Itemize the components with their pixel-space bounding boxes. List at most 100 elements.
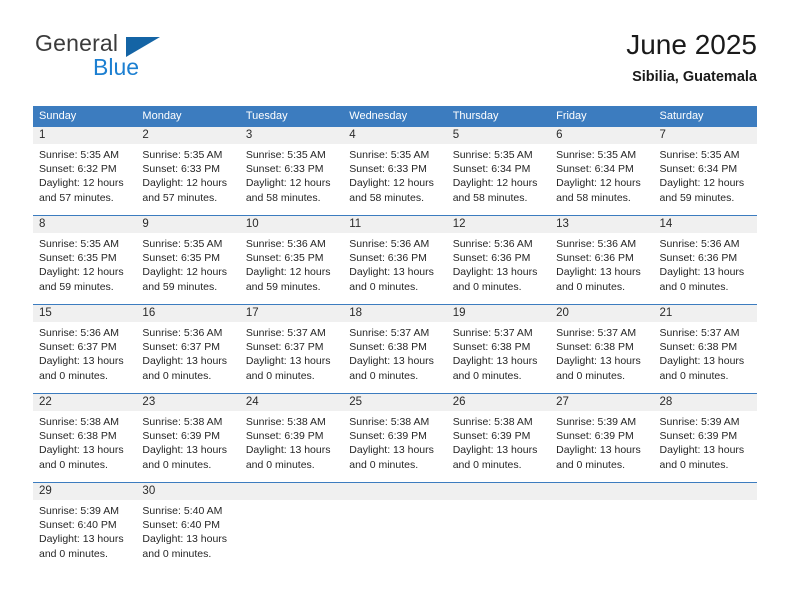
calendar-week-row: 29 Sunrise: 5:39 AM Sunset: 6:40 PM Dayligh… — [33, 482, 757, 571]
calendar-header-row: Sunday Monday Tuesday Wednesday Thursday… — [33, 106, 757, 127]
weekday-header-sunday: Sunday — [33, 106, 137, 127]
day-details: Sunrise: 5:35 AM Sunset: 6:34 PM Daylight:… — [550, 144, 653, 205]
daylight-text: Daylight: 12 hours and 57 minutes. — [142, 177, 228, 204]
day-details: Sunrise: 5:39 AM Sunset: 6:39 PM Daylight:… — [654, 411, 757, 472]
day-details: Sunrise: 5:35 AM Sunset: 6:33 PM Daylight:… — [240, 144, 343, 205]
day-number: 16 — [136, 305, 240, 322]
calendar-day-cell-empty — [239, 482, 344, 571]
sunrise-text: Sunrise: 5:35 AM — [349, 149, 430, 161]
calendar-day-cell-empty — [343, 482, 447, 571]
sunset-text: Sunset: 6:40 PM — [142, 519, 221, 532]
calendar-day-cell[interactable]: 5 Sunrise: 5:35 AM Sunset: 6:34 PM Daylight… — [446, 127, 551, 216]
day-number: 18 — [343, 305, 447, 322]
calendar-page: General Blue June 2025 Sibilia, Guatemal… — [0, 0, 792, 612]
calendar-day-cell[interactable]: 1 Sunrise: 5:35 AM Sunset: 6:32 PM Daylight… — [33, 127, 137, 216]
daylight-text: Daylight: 12 hours and 59 minutes. — [142, 266, 228, 293]
day-details: Sunrise: 5:36 AM Sunset: 6:37 PM Daylight:… — [136, 322, 239, 383]
sunset-text: Sunset: 6:38 PM — [349, 341, 427, 354]
sunrise-text: Sunrise: 5:36 AM — [245, 238, 326, 250]
logo-text-blue: Blue — [93, 54, 140, 80]
calendar-day-cell[interactable]: 25 Sunrise: 5:38 AM Sunset: 6:39 PM Dayligh… — [343, 393, 447, 483]
title-block: June 2025 Sibilia, Guatemala — [626, 28, 757, 86]
calendar-day-cell[interactable]: 15 Sunrise: 5:36 AM Sunset: 6:37 PM Dayligh… — [33, 304, 137, 394]
weekday-header-monday: Monday — [136, 106, 240, 127]
calendar-day-cell[interactable]: 30 Sunrise: 5:40 AM Sunset: 6:40 PM Dayligh… — [136, 482, 240, 571]
day-details: Sunrise: 5:35 AM Sunset: 6:35 PM Daylight:… — [33, 233, 136, 294]
calendar-day-cell[interactable]: 14 Sunrise: 5:36 AM Sunset: 6:36 PM Dayligh… — [653, 215, 757, 305]
day-number: 21 — [653, 305, 757, 322]
day-number: 11 — [343, 216, 447, 233]
calendar-day-cell[interactable]: 7 Sunrise: 5:35 AM Sunset: 6:34 PM Daylight… — [653, 127, 757, 216]
calendar-day-cell[interactable]: 16 Sunrise: 5:36 AM Sunset: 6:37 PM Dayligh… — [136, 304, 240, 394]
daylight-text: Daylight: 13 hours and 0 minutes. — [452, 355, 538, 382]
calendar-day-cell[interactable]: 8 Sunrise: 5:35 AM Sunset: 6:35 PM Daylight… — [33, 215, 137, 305]
day-details: Sunrise: 5:37 AM Sunset: 6:38 PM Daylight:… — [654, 322, 757, 383]
day-number: 24 — [239, 394, 344, 411]
daylight-text: Daylight: 13 hours and 0 minutes. — [349, 355, 434, 382]
sunset-text: Sunset: 6:40 PM — [39, 519, 117, 532]
calendar-day-cell[interactable]: 29 Sunrise: 5:39 AM Sunset: 6:40 PM Dayligh… — [33, 482, 137, 571]
sunrise-text: Sunrise: 5:36 AM — [39, 327, 119, 339]
daylight-text: Daylight: 12 hours and 59 minutes. — [659, 177, 745, 204]
day-number: 20 — [550, 305, 654, 322]
calendar-day-cell[interactable]: 22 Sunrise: 5:38 AM Sunset: 6:38 PM Dayligh… — [33, 393, 137, 483]
weekday-header-saturday: Saturday — [653, 106, 757, 127]
sunrise-text: Sunrise: 5:38 AM — [349, 416, 430, 428]
day-number: 30 — [136, 483, 240, 500]
sunset-text: Sunset: 6:37 PM — [245, 341, 324, 354]
sunset-text: Sunset: 6:37 PM — [142, 341, 221, 354]
calendar-day-cell[interactable]: 20 Sunrise: 5:37 AM Sunset: 6:38 PM Dayligh… — [550, 304, 654, 394]
calendar-day-cell[interactable]: 17 Sunrise: 5:37 AM Sunset: 6:37 PM Dayligh… — [239, 304, 344, 394]
day-number — [239, 483, 344, 500]
sunset-text: Sunset: 6:34 PM — [452, 163, 531, 176]
calendar-day-cell[interactable]: 24 Sunrise: 5:38 AM Sunset: 6:39 PM Dayligh… — [239, 393, 344, 483]
day-details: Sunrise: 5:39 AM Sunset: 6:39 PM Daylight:… — [550, 411, 653, 472]
calendar-day-cell[interactable]: 26 Sunrise: 5:38 AM Sunset: 6:39 PM Dayligh… — [446, 393, 551, 483]
daylight-text: Daylight: 13 hours and 0 minutes. — [349, 444, 434, 471]
daylight-text: Daylight: 13 hours and 0 minutes. — [245, 444, 331, 471]
day-details: Sunrise: 5:38 AM Sunset: 6:39 PM Daylight:… — [447, 411, 550, 472]
weekday-header-tuesday: Tuesday — [239, 106, 344, 127]
calendar-day-cell[interactable]: 3 Sunrise: 5:35 AM Sunset: 6:33 PM Daylight… — [239, 127, 344, 216]
sunrise-text: Sunrise: 5:36 AM — [142, 327, 223, 339]
day-number: 15 — [33, 305, 137, 322]
calendar-day-cell[interactable]: 19 Sunrise: 5:37 AM Sunset: 6:38 PM Dayligh… — [446, 304, 551, 394]
sunset-text: Sunset: 6:38 PM — [39, 430, 117, 443]
calendar-day-cell[interactable]: 10 Sunrise: 5:36 AM Sunset: 6:35 PM Dayligh… — [239, 215, 344, 305]
daylight-text: Daylight: 13 hours and 0 minutes. — [39, 444, 124, 471]
calendar-day-cell[interactable]: 9 Sunrise: 5:35 AM Sunset: 6:35 PM Daylight… — [136, 215, 240, 305]
calendar-week-row: 1 Sunrise: 5:35 AM Sunset: 6:32 PM Daylight… — [33, 127, 757, 216]
sunset-text: Sunset: 6:33 PM — [245, 163, 324, 176]
page-subtitle: Sibilia, Guatemala — [632, 69, 757, 85]
calendar-day-cell[interactable]: 18 Sunrise: 5:37 AM Sunset: 6:38 PM Dayligh… — [343, 304, 447, 394]
calendar-day-cell[interactable]: 12 Sunrise: 5:36 AM Sunset: 6:36 PM Dayligh… — [446, 215, 551, 305]
day-number: 28 — [653, 394, 757, 411]
day-number: 14 — [653, 216, 757, 233]
calendar-day-cell[interactable]: 27 Sunrise: 5:39 AM Sunset: 6:39 PM Dayligh… — [550, 393, 654, 483]
calendar-day-cell-empty — [653, 482, 757, 571]
calendar-day-cell[interactable]: 23 Sunrise: 5:38 AM Sunset: 6:39 PM Dayligh… — [136, 393, 240, 483]
sunrise-text: Sunrise: 5:36 AM — [349, 238, 430, 250]
calendar-day-cell[interactable]: 28 Sunrise: 5:39 AM Sunset: 6:39 PM Dayligh… — [653, 393, 757, 483]
day-number: 2 — [136, 127, 240, 144]
sunrise-text: Sunrise: 5:38 AM — [142, 416, 223, 428]
calendar-day-cell[interactable]: 13 Sunrise: 5:36 AM Sunset: 6:36 PM Dayligh… — [550, 215, 654, 305]
daylight-text: Daylight: 13 hours and 0 minutes. — [39, 355, 124, 382]
daylight-text: Daylight: 13 hours and 0 minutes. — [39, 533, 124, 560]
calendar-day-cell[interactable]: 11 Sunrise: 5:36 AM Sunset: 6:36 PM Dayligh… — [343, 215, 447, 305]
calendar-day-cell[interactable]: 2 Sunrise: 5:35 AM Sunset: 6:33 PM Daylight… — [136, 127, 240, 216]
calendar-week-row: 22 Sunrise: 5:38 AM Sunset: 6:38 PM Dayligh… — [33, 393, 757, 483]
calendar-day-cell[interactable]: 21 Sunrise: 5:37 AM Sunset: 6:38 PM Dayligh… — [653, 304, 757, 394]
daylight-text: Daylight: 12 hours and 57 minutes. — [39, 177, 124, 204]
sunrise-text: Sunrise: 5:35 AM — [556, 149, 637, 161]
calendar-day-cell[interactable]: 4 Sunrise: 5:35 AM Sunset: 6:33 PM Daylight… — [343, 127, 447, 216]
sunset-text: Sunset: 6:34 PM — [556, 163, 634, 176]
calendar-day-cell[interactable]: 6 Sunrise: 5:35 AM Sunset: 6:34 PM Daylight… — [550, 127, 654, 216]
daylight-text: Daylight: 12 hours and 59 minutes. — [39, 266, 124, 293]
sunset-text: Sunset: 6:39 PM — [245, 430, 324, 443]
sunset-text: Sunset: 6:39 PM — [452, 430, 531, 443]
sunrise-text: Sunrise: 5:37 AM — [349, 327, 430, 339]
day-details: Sunrise: 5:37 AM Sunset: 6:38 PM Daylight:… — [447, 322, 550, 383]
daylight-text: Daylight: 13 hours and 0 minutes. — [452, 266, 538, 293]
sunrise-text: Sunrise: 5:35 AM — [452, 149, 533, 161]
